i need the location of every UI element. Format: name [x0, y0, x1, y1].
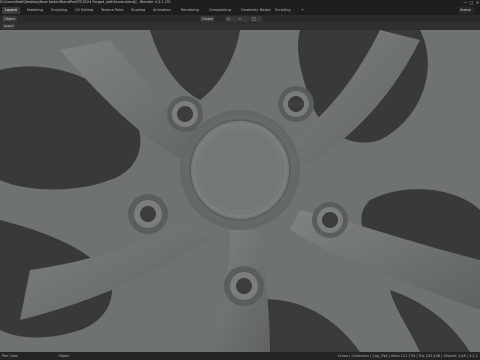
tab-texture-paint[interactable]: Texture Paint: [98, 7, 127, 14]
tab-uv-editing[interactable]: UV Editing: [72, 7, 96, 14]
add-workspace-button[interactable]: +: [298, 7, 307, 14]
transform-orientation-dropdown[interactable]: Global: [200, 16, 216, 22]
lug-hole: [312, 202, 348, 238]
scene-selector[interactable]: Scene: [458, 7, 474, 14]
tab-compositing[interactable]: Compositing: [206, 7, 234, 14]
lug-hole: [128, 194, 168, 234]
tab-geometry-nodes[interactable]: Geometry Nodes: [238, 7, 274, 14]
status-bar: Pan View Object Scene | Collection | Cap…: [0, 352, 480, 360]
3d-viewport[interactable]: [0, 30, 480, 352]
status-hint: Pan View: [2, 354, 18, 358]
tab-animation[interactable]: Animation: [150, 7, 174, 14]
center-cap: [180, 110, 300, 230]
status-mode: Object: [58, 354, 70, 358]
tab-shading[interactable]: Shading: [128, 7, 148, 14]
tab-rendering[interactable]: Rendering: [178, 7, 202, 14]
proportional-edit-icon[interactable]: ◯: [250, 16, 262, 22]
tab-layout[interactable]: Layout: [2, 7, 20, 14]
tab-scripting[interactable]: Scripting: [272, 7, 294, 14]
lug-hole: [278, 86, 314, 122]
object-mode-dropdown[interactable]: Object: [2, 16, 18, 22]
snap-icon[interactable]: ⌖: [237, 16, 249, 22]
scene-statistics: Scene | Collection | Cap_Flat | Verts 12…: [337, 354, 478, 358]
tool-header: [0, 23, 480, 30]
tab-modeling[interactable]: Modeling: [24, 7, 46, 14]
tab-sculpting[interactable]: Sculpting: [48, 7, 70, 14]
select-box-button[interactable]: Select: [2, 24, 16, 29]
pivot-icon[interactable]: ⊙: [225, 16, 237, 22]
lug-hole: [224, 266, 264, 306]
wheel-render: [0, 30, 480, 352]
lug-hole: [167, 96, 203, 132]
